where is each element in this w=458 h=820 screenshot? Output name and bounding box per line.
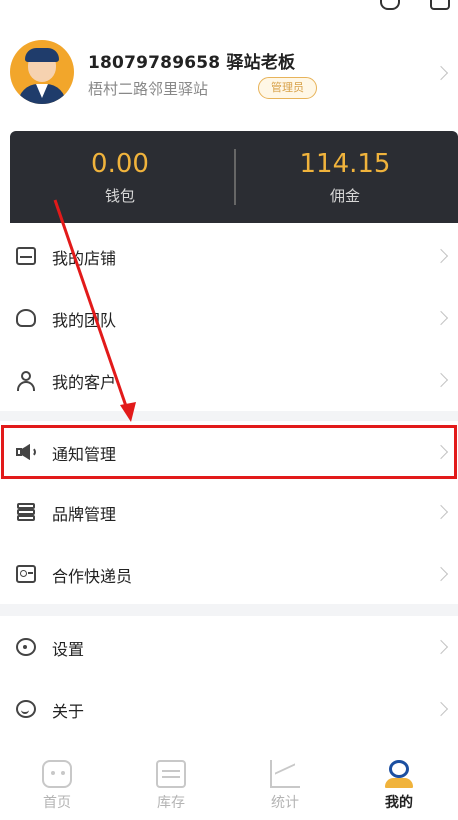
- menu-item-my-team[interactable]: 我的团队: [0, 287, 458, 349]
- top-bar-icons: [358, 0, 458, 14]
- store-icon: [16, 247, 36, 265]
- balance-value: 0.00: [91, 149, 149, 179]
- chevron-right-icon: [433, 248, 449, 264]
- wallet-commission[interactable]: 114.15 佣金: [280, 131, 410, 223]
- bell-icon[interactable]: [380, 0, 400, 10]
- scan-icon[interactable]: [430, 0, 450, 10]
- bottom-nav: 首页 库存 统计 我的: [0, 750, 458, 820]
- menu-item-my-store[interactable]: 我的店铺: [0, 225, 458, 287]
- chevron-right-icon: [433, 310, 449, 326]
- inventory-icon: [156, 760, 186, 788]
- tab-label: 首页: [43, 795, 71, 811]
- menu-item-label: 我的团队: [52, 311, 117, 330]
- id-card-icon: [16, 565, 36, 583]
- chevron-right-icon: [433, 566, 449, 582]
- info-icon: [16, 700, 36, 718]
- profile-header[interactable]: 18079789658 驿站老板 梧村二路邻里驿站 管理员: [0, 38, 458, 110]
- tab-label: 我的: [385, 795, 413, 811]
- commission-label: 佣金: [329, 187, 360, 205]
- menu-item-notification-management[interactable]: 通知管理: [0, 421, 458, 483]
- role-badge: 管理员: [258, 77, 317, 99]
- tab-home[interactable]: 首页: [0, 750, 114, 820]
- wallet-divider: [234, 149, 236, 205]
- menu-item-brand-management[interactable]: 品牌管理: [0, 481, 458, 543]
- tab-stats[interactable]: 统计: [228, 750, 342, 820]
- tab-me[interactable]: 我的: [342, 750, 456, 820]
- menu-item-settings[interactable]: 设置: [0, 616, 458, 678]
- menu-item-partner-couriers[interactable]: 合作快递员: [0, 543, 458, 605]
- gear-icon: [16, 638, 36, 656]
- layers-icon: [16, 503, 36, 521]
- speaker-icon: [16, 443, 36, 461]
- stats-icon: [270, 760, 300, 788]
- menu-item-label: 我的客户: [52, 373, 117, 392]
- menu-item-label: 设置: [52, 640, 85, 659]
- team-icon: [16, 309, 36, 327]
- balance-label: 钱包: [104, 187, 135, 205]
- tab-label: 库存: [157, 795, 185, 811]
- home-icon: [42, 760, 72, 788]
- tab-label: 统计: [271, 795, 299, 811]
- menu-item-label: 我的店铺: [52, 249, 117, 268]
- commission-value: 114.15: [299, 149, 391, 179]
- menu-item-label: 通知管理: [52, 445, 117, 464]
- menu-item-label: 品牌管理: [52, 505, 117, 524]
- chevron-right-icon: [433, 504, 449, 520]
- chevron-right-icon: [433, 701, 449, 717]
- menu-item-label: 关于: [52, 702, 85, 721]
- chevron-right-icon: [433, 444, 449, 460]
- menu-item-about[interactable]: 关于: [0, 678, 458, 740]
- chevron-right-icon: [433, 372, 449, 388]
- profile-station: 梧村二路邻里驿站: [88, 80, 209, 98]
- wallet-balance[interactable]: 0.00 钱包: [60, 131, 180, 223]
- tab-inventory[interactable]: 库存: [114, 750, 228, 820]
- chevron-right-icon: [433, 639, 449, 655]
- profile-icon: [384, 760, 414, 788]
- user-icon: [16, 371, 36, 391]
- avatar: [10, 40, 74, 104]
- menu-item-label: 合作快递员: [52, 567, 133, 586]
- chevron-right-icon: [433, 65, 449, 81]
- wallet-card: 0.00 钱包 114.15 佣金: [10, 131, 458, 223]
- profile-name: 18079789658 驿站老板: [88, 53, 296, 73]
- menu-item-my-customers[interactable]: 我的客户: [0, 349, 458, 411]
